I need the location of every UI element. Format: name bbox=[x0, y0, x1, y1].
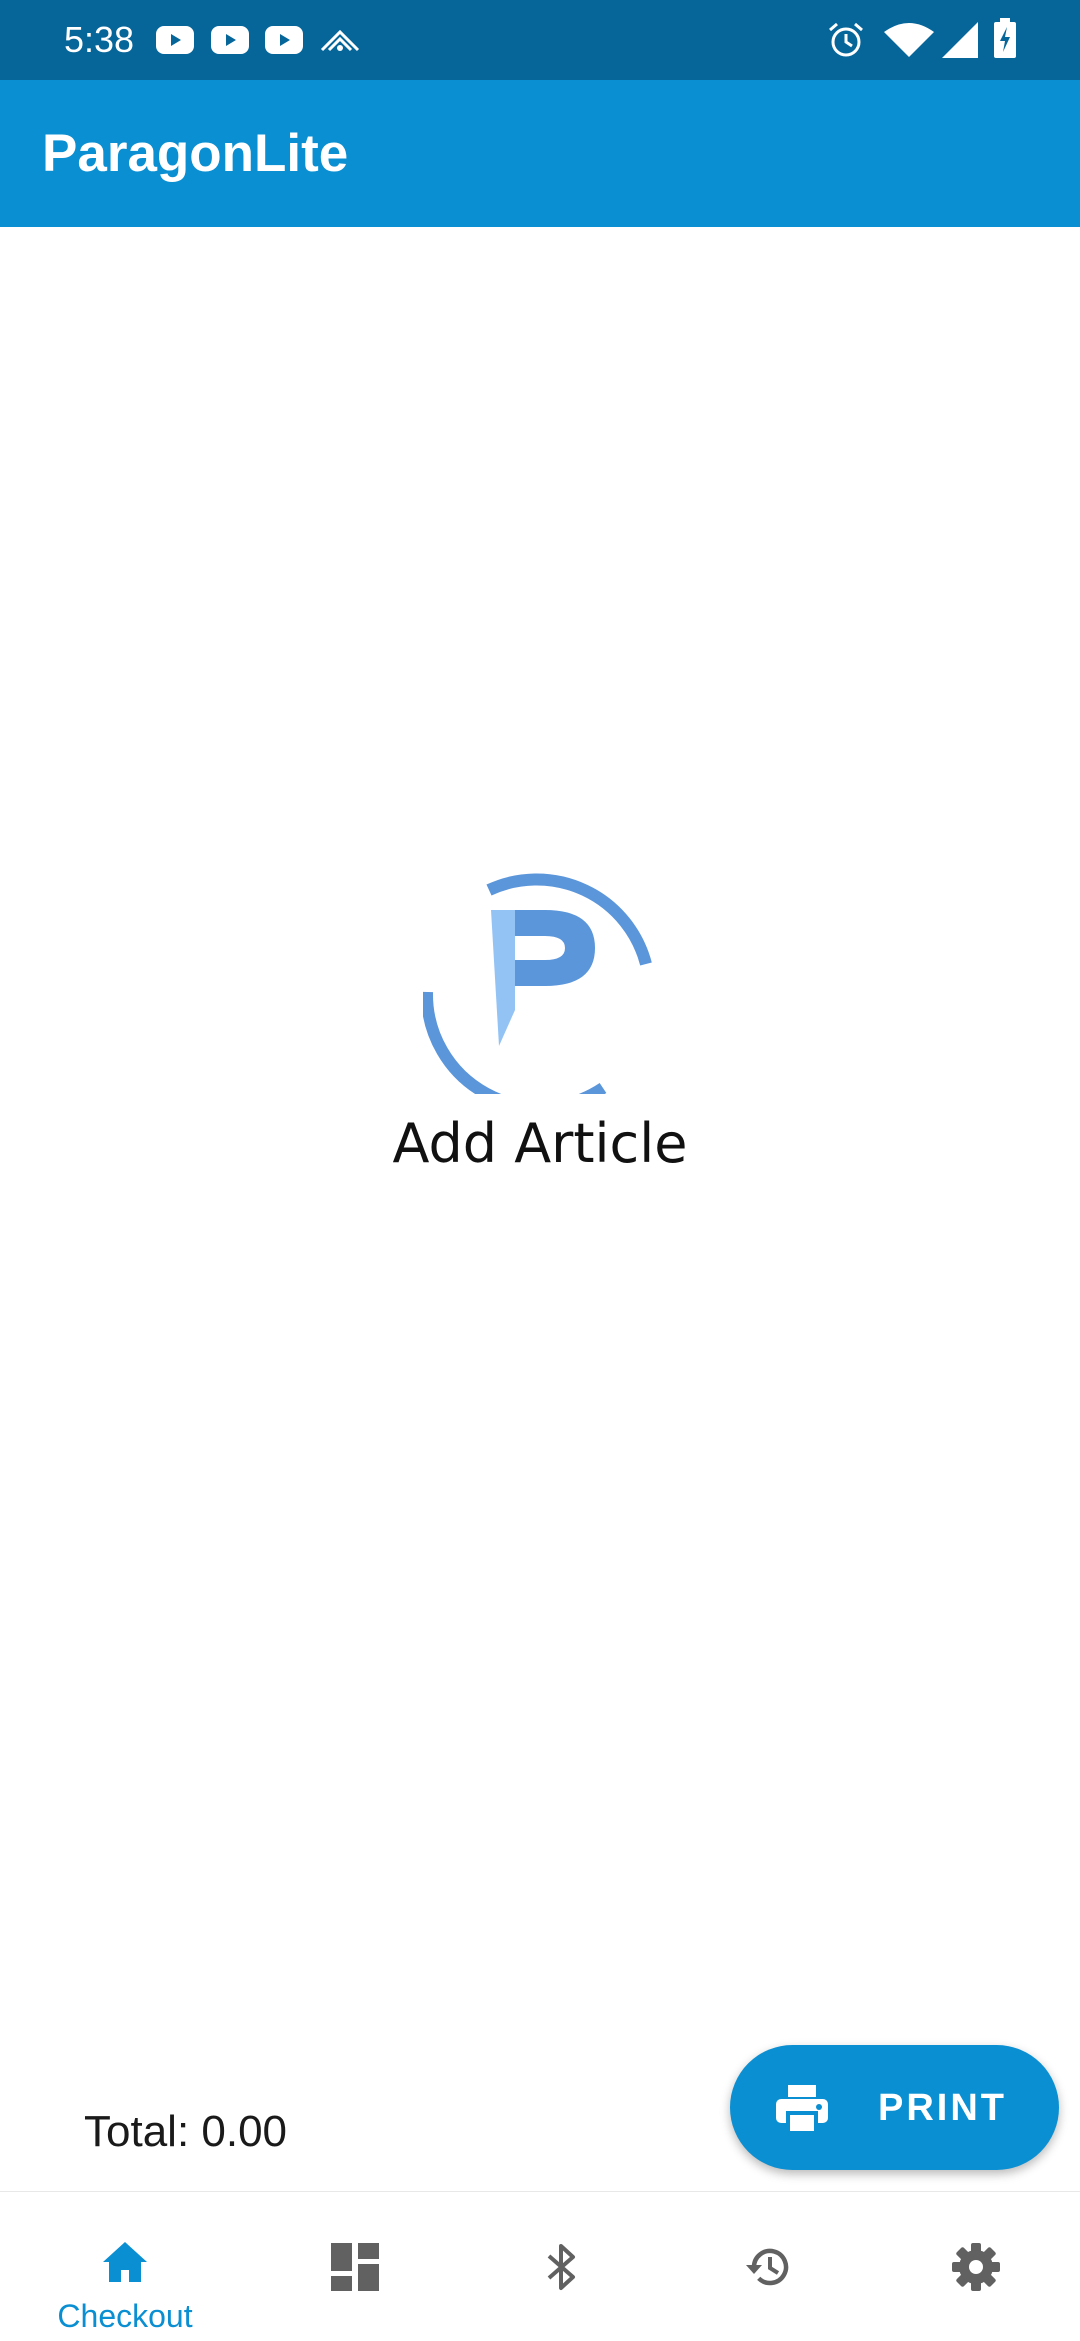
add-article-button[interactable]: Add Article bbox=[290, 860, 790, 1240]
youtube-icon bbox=[156, 26, 194, 54]
status-time: 5:38 bbox=[64, 19, 135, 60]
signal-icon bbox=[942, 22, 978, 58]
print-button[interactable]: PRINT bbox=[730, 2045, 1059, 2170]
home-icon bbox=[103, 2242, 147, 2282]
battery-charging-icon bbox=[994, 18, 1016, 58]
youtube-icon bbox=[265, 26, 303, 54]
dashboard-icon bbox=[331, 2243, 379, 2291]
nav-label-checkout: Checkout bbox=[57, 2298, 193, 2334]
add-article-label: Add Article bbox=[392, 1112, 688, 1175]
alarm-icon bbox=[829, 22, 863, 57]
bluetooth-icon bbox=[547, 2244, 575, 2290]
nav-item-settings[interactable] bbox=[873, 2192, 1079, 2341]
wifi-icon bbox=[884, 23, 934, 57]
status-bar: 5:38 bbox=[0, 0, 1080, 80]
warframe-icon bbox=[320, 29, 360, 52]
printer-icon bbox=[776, 2085, 828, 2135]
nav-item-bluetooth[interactable] bbox=[458, 2192, 664, 2341]
settings-icon bbox=[952, 2243, 1000, 2291]
app-bar: ParagonLite bbox=[0, 80, 1080, 227]
app-title: ParagonLite bbox=[42, 124, 349, 183]
nav-item-checkout[interactable]: Checkout bbox=[22, 2192, 228, 2341]
total-label: Total: 0.00 bbox=[84, 2107, 288, 2156]
youtube-icon bbox=[211, 26, 249, 54]
bottom-navigation: Checkout bbox=[0, 2191, 1080, 2341]
history-icon bbox=[746, 2248, 789, 2286]
print-label: PRINT bbox=[878, 2087, 1007, 2129]
nav-item-dashboard[interactable] bbox=[252, 2192, 458, 2341]
paragon-logo-icon bbox=[423, 873, 652, 1094]
nav-item-history[interactable] bbox=[665, 2192, 871, 2341]
